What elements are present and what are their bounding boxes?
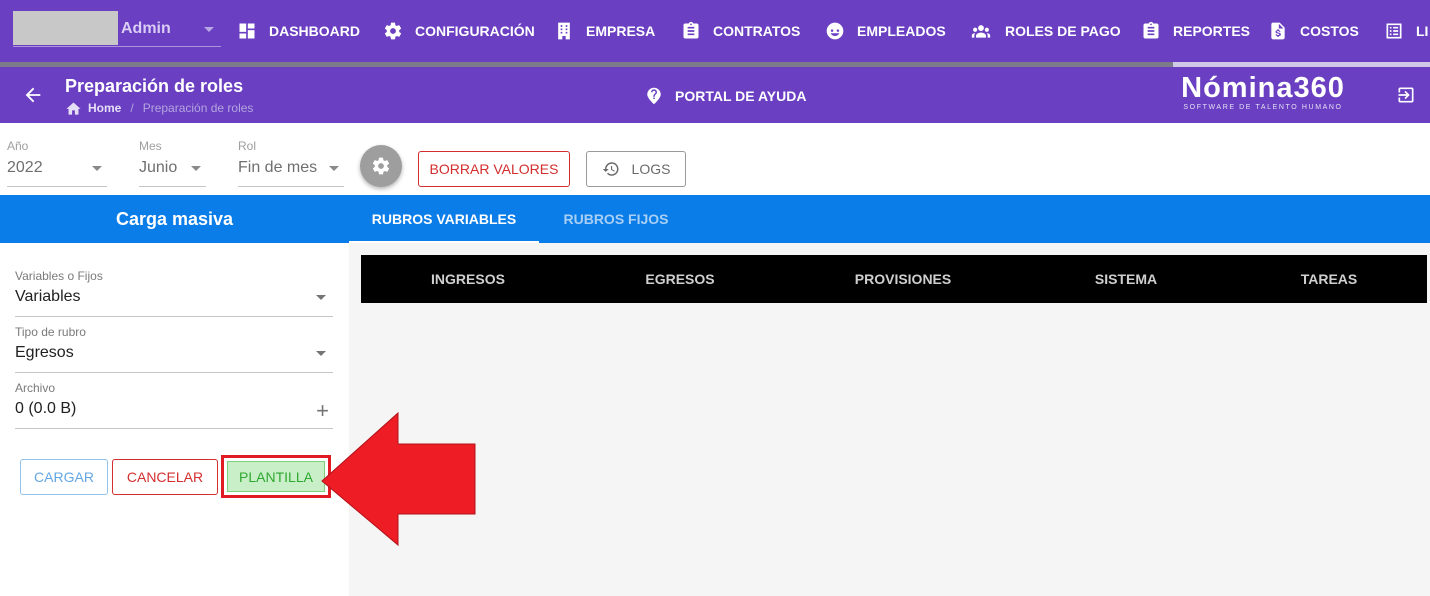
nav-item-label: CONTRATOS xyxy=(713,23,801,39)
role-label: Rol xyxy=(238,139,257,153)
subtab-provisiones[interactable]: PROVISIONES xyxy=(785,255,1021,303)
avatar xyxy=(13,11,118,45)
nav-item-label: EMPLEADOS xyxy=(857,23,946,39)
help-portal-label: PORTAL DE AYUDA xyxy=(675,88,807,104)
home-icon xyxy=(66,102,81,115)
tab-label: RUBROS FIJOS xyxy=(563,211,669,227)
user-menu[interactable]: Admin xyxy=(13,11,221,47)
logs-button[interactable]: LOGS xyxy=(586,151,686,187)
help-bubble-icon xyxy=(647,87,661,105)
variables-or-fixed-label: Variables o Fijos xyxy=(15,269,103,283)
nav-item-label: COSTOS xyxy=(1300,23,1359,39)
file-label: Archivo xyxy=(15,381,56,395)
year-label: Año xyxy=(7,139,29,153)
page-header: Preparación de roles Home / Preparación … xyxy=(0,67,1430,123)
role-select[interactable]: Rol Fin de mes xyxy=(238,139,344,187)
cancel-button[interactable]: CANCELAR xyxy=(112,459,218,495)
nav-item-label: DASHBOARD xyxy=(269,23,360,39)
chevron-down-icon xyxy=(92,166,102,171)
item-type-select[interactable]: Tipo de rubro Egresos xyxy=(15,325,333,373)
gear-icon xyxy=(384,22,402,40)
dollar-file-icon xyxy=(1271,22,1285,40)
variables-or-fixed-value: Variables xyxy=(15,288,81,305)
clipboard-icon xyxy=(683,21,699,39)
user-name: Admin xyxy=(121,20,171,37)
chevron-down-icon xyxy=(204,27,214,32)
back-button[interactable] xyxy=(22,84,44,106)
load-button[interactable]: CARGAR xyxy=(20,459,108,495)
month-value: Junio xyxy=(139,159,178,176)
logs-label: LOGS xyxy=(631,161,671,177)
dashboard-icon xyxy=(239,23,255,39)
nav-item-roles-de-pago[interactable]: ROLES DE PAGO xyxy=(969,19,1121,43)
chevron-down-icon xyxy=(191,166,201,171)
breadcrumb-separator: / xyxy=(130,100,134,115)
nav-item-configuracion[interactable]: CONFIGURACIÓN xyxy=(383,19,535,43)
settings-button[interactable] xyxy=(360,145,402,187)
arrow-left-icon xyxy=(25,87,41,103)
template-button[interactable]: PLANTILLA xyxy=(227,461,325,492)
brand-name: Nómina360 xyxy=(1181,72,1345,104)
item-type-label: Tipo de rubro xyxy=(15,325,86,339)
brand-logo: Nómina360 SOFTWARE DE TALENTO HUMANO xyxy=(1173,73,1353,111)
item-type-value: Egresos xyxy=(15,344,74,361)
subtab-tareas[interactable]: TAREAS xyxy=(1231,255,1427,303)
file-input[interactable]: Archivo 0 (0.0 B) + xyxy=(15,381,333,429)
year-select[interactable]: Año 2022 xyxy=(7,139,107,187)
breadcrumb: Home / Preparación de roles xyxy=(65,100,253,115)
nav-item-empresa[interactable]: EMPRESA xyxy=(554,19,655,43)
variables-or-fixed-select[interactable]: Variables o Fijos Variables xyxy=(15,269,333,317)
template-highlight-box: PLANTILLA xyxy=(221,455,331,498)
nav-item-contratos[interactable]: CONTRATOS xyxy=(681,19,800,43)
breadcrumb-current: Preparación de roles xyxy=(142,100,254,115)
bulk-upload-title: Carga masiva xyxy=(0,195,349,243)
clear-values-button[interactable]: BORRAR VALORES xyxy=(418,151,570,187)
tabs-bar: RUBROS VARIABLES RUBROS FIJOS xyxy=(349,195,1430,243)
brand-tagline: SOFTWARE DE TALENTO HUMANO xyxy=(1183,104,1343,111)
annotation-arrow xyxy=(321,411,476,547)
gear-icon xyxy=(372,157,390,175)
tab-label: RUBROS VARIABLES xyxy=(371,211,517,227)
subtabs-bar: INGRESOS EGRESOS PROVISIONES SISTEMA TAR… xyxy=(361,255,1427,303)
clipboard-icon xyxy=(1143,21,1159,39)
nav-item-li[interactable]: LI xyxy=(1384,19,1428,43)
subtab-egresos[interactable]: EGRESOS xyxy=(575,255,785,303)
list-icon xyxy=(1386,23,1402,39)
face-icon xyxy=(826,22,844,40)
logout-icon xyxy=(1398,87,1414,103)
tab-rubros-fijos[interactable]: RUBROS FIJOS xyxy=(539,195,693,243)
nav-item-dashboard[interactable]: DASHBOARD xyxy=(237,19,360,43)
chevron-down-icon xyxy=(316,351,326,356)
month-select[interactable]: Mes Junio xyxy=(139,139,206,187)
year-value: 2022 xyxy=(7,159,43,176)
month-label: Mes xyxy=(139,139,162,153)
nav-item-label: CONFIGURACIÓN xyxy=(415,23,535,39)
nav-item-label: LI xyxy=(1416,23,1429,39)
logout-button[interactable] xyxy=(1396,85,1416,105)
people-icon xyxy=(971,25,991,38)
nav-item-label: REPORTES xyxy=(1173,23,1251,39)
nav-item-label: EMPRESA xyxy=(586,23,656,39)
page-title: Preparación de roles xyxy=(65,76,244,96)
role-value: Fin de mes xyxy=(238,159,318,176)
subtab-sistema[interactable]: SISTEMA xyxy=(1021,255,1231,303)
subtab-ingresos[interactable]: INGRESOS xyxy=(361,255,575,303)
file-value: 0 (0.0 B) xyxy=(15,400,77,417)
chevron-down-icon xyxy=(316,295,326,300)
nav-item-reportes[interactable]: REPORTES xyxy=(1141,19,1250,43)
top-navigation-bar: Admin DASHBOARD CONFIGURACIÓN EMPRESA CO… xyxy=(0,0,1430,62)
breadcrumb-home-link[interactable]: Home xyxy=(88,101,121,115)
chevron-down-icon xyxy=(329,166,339,171)
tab-rubros-variables[interactable]: RUBROS VARIABLES xyxy=(349,195,539,243)
nav-item-costos[interactable]: COSTOS xyxy=(1268,19,1359,43)
nav-item-empleados[interactable]: EMPLEADOS xyxy=(825,19,946,43)
nav-item-label: ROLES DE PAGO xyxy=(1005,23,1121,39)
active-tab-indicator xyxy=(349,241,539,243)
building-icon xyxy=(558,22,570,40)
history-icon xyxy=(602,162,619,176)
help-portal-link[interactable]: PORTAL DE AYUDA xyxy=(645,87,806,105)
